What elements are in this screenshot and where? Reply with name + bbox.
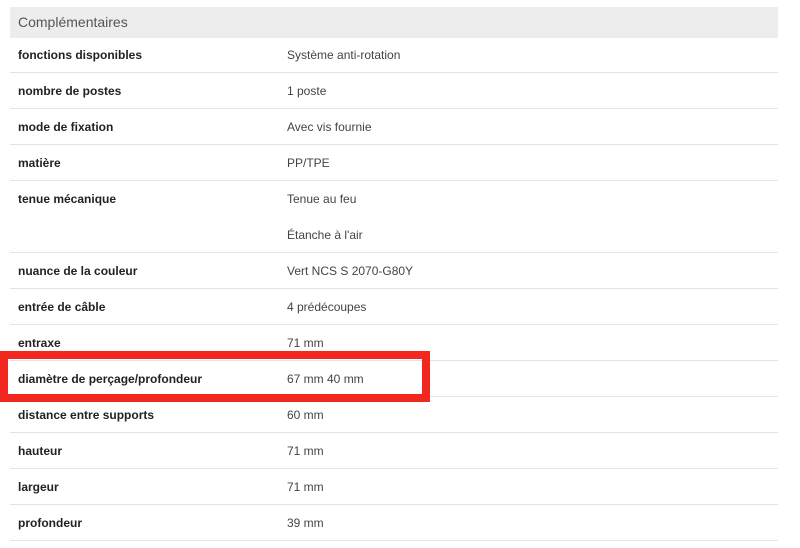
spec-label: hauteur [18, 444, 63, 458]
spec-value: 71 mm [287, 480, 324, 494]
spec-label: distance entre supports [18, 408, 155, 422]
spec-row-tenue: tenue mécanique Tenue au feu [10, 181, 778, 217]
spec-label: diamètre de perçage/profondeur [18, 372, 203, 386]
spec-row-postes: nombre de postes 1 poste [10, 73, 778, 109]
section-header-complementaires[interactable]: Complémentaires [10, 7, 778, 38]
spec-row-hauteur: hauteur 71 mm [10, 433, 778, 469]
spec-value: 71 mm [287, 444, 324, 458]
spec-row-fonctions: fonctions disponibles Système anti-rotat… [10, 38, 778, 73]
spec-value: PP/TPE [287, 156, 330, 170]
specifications-panel: Complémentaires fonctions disponibles Sy… [10, 7, 778, 541]
spec-row-percage: diamètre de perçage/profondeur 67 mm 40 … [10, 361, 778, 397]
spec-row-profondeur: profondeur 39 mm [10, 505, 778, 541]
spec-row-couleur: nuance de la couleur Vert NCS S 2070-G80… [10, 253, 778, 289]
spec-value: 71 mm [287, 336, 324, 350]
spec-value: 1 poste [287, 84, 327, 98]
spec-value: 60 mm [287, 408, 324, 422]
spec-label: entrée de câble [18, 300, 106, 314]
spec-label: matière [18, 156, 61, 170]
spec-value: Étanche à l'air [287, 228, 363, 242]
spec-value: 4 prédécoupes [287, 300, 367, 314]
spec-row-cable: entrée de câble 4 prédécoupes [10, 289, 778, 325]
spec-label: nombre de postes [18, 84, 122, 98]
spec-row-fixation: mode de fixation Avec vis fournie [10, 109, 778, 145]
spec-label: nuance de la couleur [18, 264, 138, 278]
spec-label: profondeur [18, 516, 82, 530]
spec-value: Système anti-rotation [287, 48, 401, 62]
spec-row-largeur: largeur 71 mm [10, 469, 778, 505]
spec-label: mode de fixation [18, 120, 114, 134]
spec-label: tenue mécanique [18, 192, 117, 206]
spec-value: Vert NCS S 2070-G80Y [287, 264, 414, 278]
spec-value: Tenue au feu [287, 192, 357, 206]
spec-row-entraxe: entraxe 71 mm [10, 325, 778, 361]
spec-value: 39 mm [287, 516, 324, 530]
spec-row-tenue-continued: Étanche à l'air [10, 217, 778, 253]
spec-value: 67 mm 40 mm [287, 372, 364, 386]
spec-row-distance: distance entre supports 60 mm [10, 397, 778, 433]
spec-row-matiere: matière PP/TPE [10, 145, 778, 181]
spec-value: Avec vis fournie [287, 120, 372, 134]
spec-label: fonctions disponibles [18, 48, 143, 62]
spec-label: entraxe [18, 336, 61, 350]
spec-label: largeur [18, 480, 59, 494]
